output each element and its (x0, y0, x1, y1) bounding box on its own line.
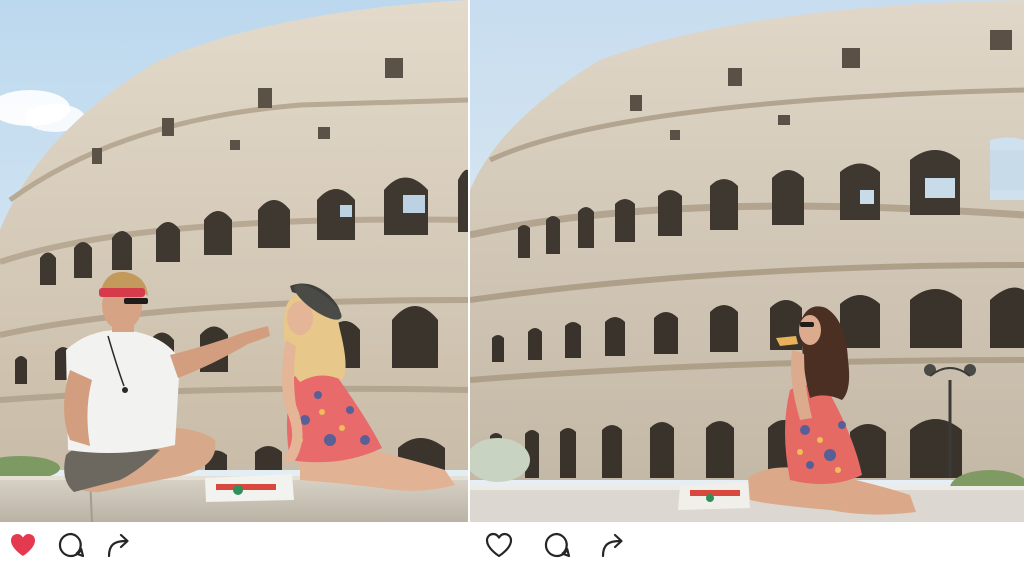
share-icon[interactable] (598, 530, 628, 560)
heart-outline-icon[interactable] (484, 530, 514, 560)
post-photo-solo (470, 0, 1024, 522)
post-solo (470, 0, 1024, 566)
post-couple (0, 0, 468, 566)
post-actions-solo (470, 522, 1024, 566)
post-actions-couple (0, 522, 468, 566)
heart-filled-icon[interactable] (8, 530, 38, 560)
comment-icon[interactable] (542, 530, 572, 560)
share-icon[interactable] (104, 530, 134, 560)
post-photo-couple (0, 0, 468, 522)
comment-icon[interactable] (56, 530, 86, 560)
